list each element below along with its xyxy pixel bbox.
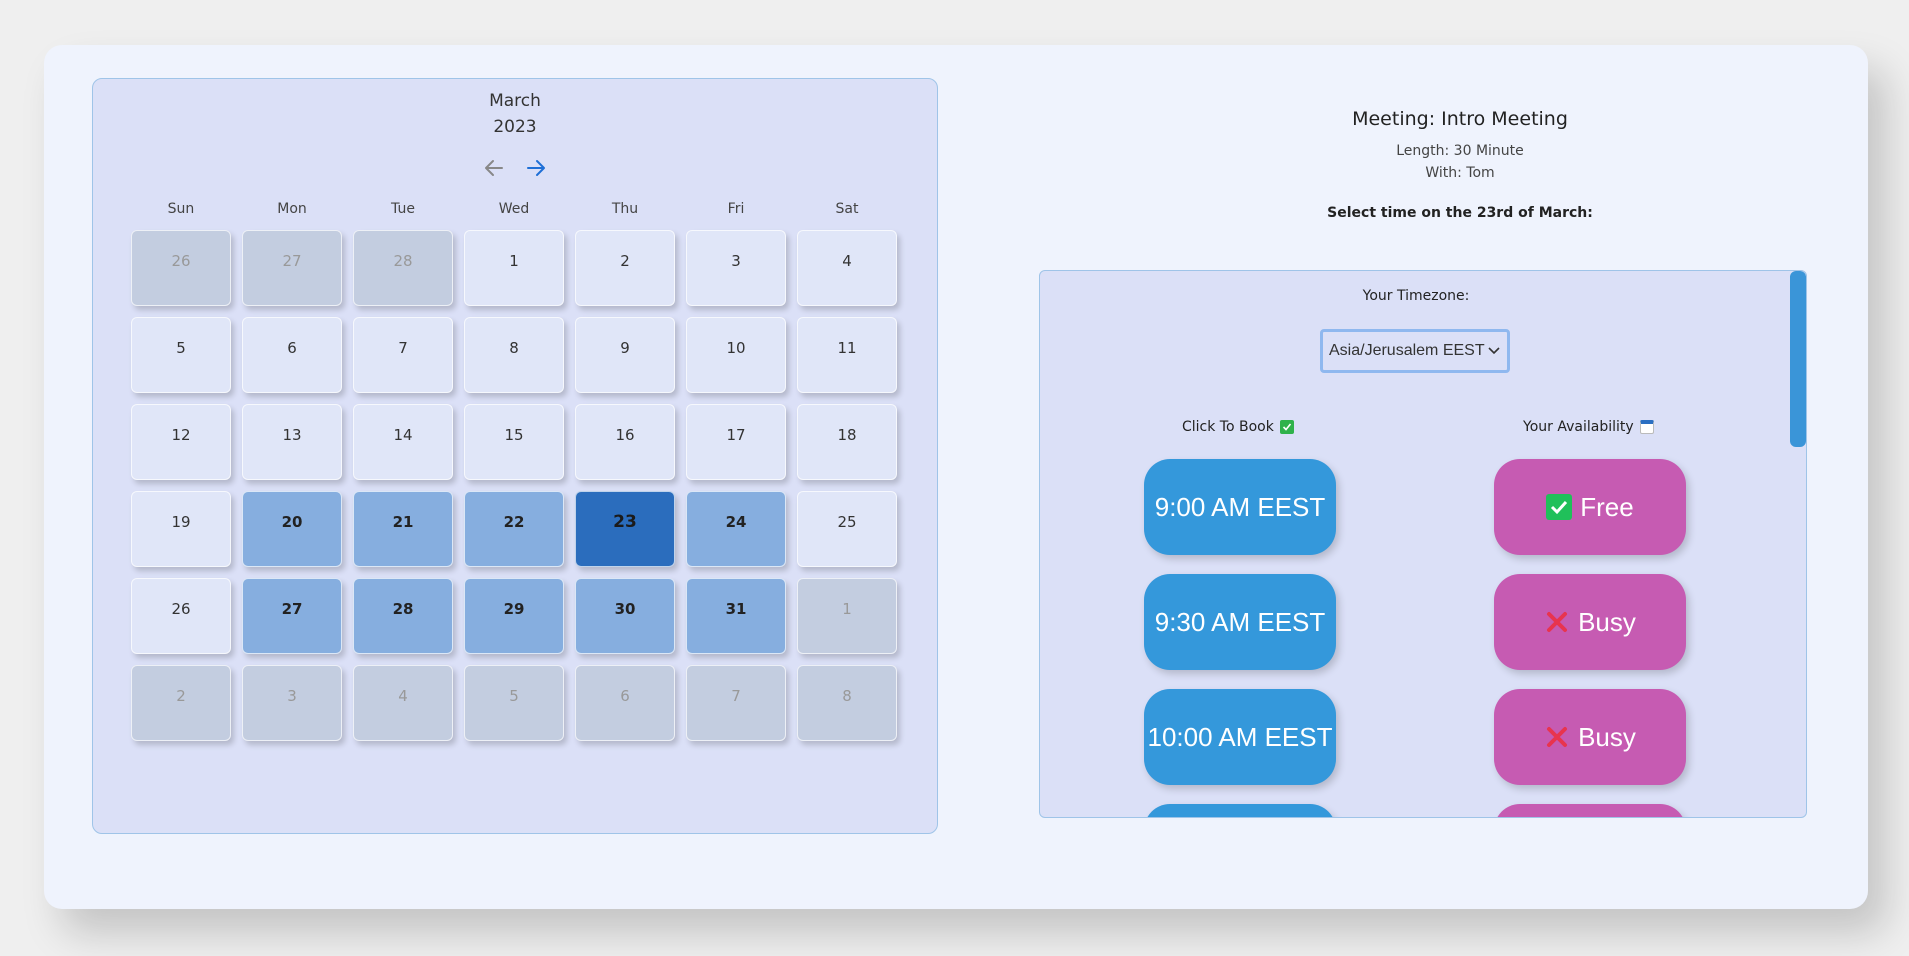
prev-month-button[interactable] bbox=[481, 155, 507, 181]
arrow-left-icon bbox=[485, 160, 503, 176]
arrow-right-icon bbox=[527, 160, 545, 176]
cross-icon bbox=[1544, 609, 1570, 635]
next-month-button[interactable] bbox=[523, 155, 549, 181]
calendar-day[interactable]: 8 bbox=[464, 317, 564, 393]
calendar-year: 2023 bbox=[493, 117, 537, 137]
calendar-day[interactable]: 20 bbox=[242, 491, 342, 567]
calendar-day[interactable]: 4 bbox=[353, 665, 453, 741]
calendar-day[interactable]: 6 bbox=[242, 317, 342, 393]
meeting-title: Meeting: Intro Meeting bbox=[1352, 108, 1568, 130]
calendar-grid: 26 27 28 1 2 3 4 5 6 7 8 9 10 11 12 13 14 15 16 17 18 19 20 21 2… bbox=[131, 230, 897, 741]
calendar-day[interactable]: 7 bbox=[686, 665, 786, 741]
calendar-day[interactable]: 16 bbox=[575, 404, 675, 480]
calendar-day[interactable]: 31 bbox=[686, 578, 786, 654]
availability-header: Your Availability bbox=[1523, 419, 1654, 435]
availability-status-label: Free bbox=[1580, 491, 1634, 522]
availability-status-label: Busy bbox=[1578, 721, 1636, 752]
calendar-day[interactable]: 28 bbox=[353, 578, 453, 654]
availability-status: Busy bbox=[1494, 574, 1686, 670]
time-slot-button[interactable]: 10:00 AM EEST bbox=[1144, 689, 1336, 785]
calendar-day[interactable]: 30 bbox=[575, 578, 675, 654]
weekday-label: Mon bbox=[277, 201, 307, 217]
scrollbar-thumb[interactable] bbox=[1790, 271, 1806, 447]
weekday-label: Sun bbox=[167, 201, 195, 217]
calendar-day[interactable]: 26 bbox=[131, 230, 231, 306]
calendar-day[interactable]: 5 bbox=[131, 317, 231, 393]
calendar-day[interactable]: 14 bbox=[353, 404, 453, 480]
calendar-day[interactable]: 1 bbox=[464, 230, 564, 306]
weekday-label: Fri bbox=[727, 201, 745, 217]
scheduler-card: March 2023 Sun Mon Tue Wed Thu Fri Sat 26 27 28 1… bbox=[44, 45, 1868, 909]
calendar-day[interactable]: 24 bbox=[686, 491, 786, 567]
weekday-label: Sat bbox=[835, 201, 859, 217]
availability-status bbox=[1494, 804, 1686, 817]
calendar-day[interactable]: 26 bbox=[131, 578, 231, 654]
select-time-prompt: Select time on the 23rd of March: bbox=[1327, 205, 1593, 221]
weekday-label: Wed bbox=[498, 201, 530, 217]
weekday-label: Thu bbox=[611, 201, 639, 217]
time-slot-button[interactable]: 9:00 AM EEST bbox=[1144, 459, 1336, 555]
calendar-day[interactable]: 3 bbox=[686, 230, 786, 306]
time-slot-panel: Your Timezone: Asia/Jerusalem EEST Click… bbox=[1039, 270, 1807, 818]
availability-status: Busy bbox=[1494, 689, 1686, 785]
calendar-day[interactable]: 11 bbox=[797, 317, 897, 393]
click-to-book-label: Click To Book bbox=[1182, 419, 1274, 435]
calendar-day[interactable]: 18 bbox=[797, 404, 897, 480]
calendar-day[interactable]: 25 bbox=[797, 491, 897, 567]
calendar-day[interactable]: 22 bbox=[464, 491, 564, 567]
calendar: March 2023 Sun Mon Tue Wed Thu Fri Sat 26 27 28 1… bbox=[92, 78, 938, 834]
availability-status-label: Busy bbox=[1578, 606, 1636, 637]
meeting-length: Length: 30 Minute bbox=[1396, 143, 1524, 159]
calendar-icon bbox=[1639, 420, 1654, 434]
calendar-day[interactable]: 3 bbox=[242, 665, 342, 741]
calendar-day[interactable]: 5 bbox=[464, 665, 564, 741]
click-to-book-header: Click To Book bbox=[1182, 419, 1294, 435]
timezone-select[interactable]: Asia/Jerusalem EEST bbox=[1320, 329, 1510, 373]
calendar-day[interactable]: 29 bbox=[464, 578, 564, 654]
calendar-day[interactable]: 1 bbox=[797, 578, 897, 654]
calendar-day[interactable]: 6 bbox=[575, 665, 675, 741]
time-slot-button[interactable]: 9:30 AM EEST bbox=[1144, 574, 1336, 670]
calendar-day[interactable]: 28 bbox=[353, 230, 453, 306]
calendar-day[interactable]: 17 bbox=[686, 404, 786, 480]
check-icon bbox=[1546, 494, 1573, 520]
calendar-day[interactable]: 2 bbox=[575, 230, 675, 306]
calendar-nav bbox=[93, 155, 937, 181]
calendar-day[interactable]: 12 bbox=[131, 404, 231, 480]
calendar-day[interactable]: 8 bbox=[797, 665, 897, 741]
chevron-down-icon bbox=[1488, 347, 1500, 355]
weekday-label: Tue bbox=[391, 201, 415, 217]
calendar-day[interactable]: 7 bbox=[353, 317, 453, 393]
check-box-icon bbox=[1279, 420, 1294, 434]
calendar-day[interactable]: 13 bbox=[242, 404, 342, 480]
calendar-day[interactable]: 2 bbox=[131, 665, 231, 741]
calendar-day[interactable]: 9 bbox=[575, 317, 675, 393]
selected-day[interactable]: 23 bbox=[575, 491, 675, 567]
calendar-day[interactable]: 27 bbox=[242, 230, 342, 306]
calendar-month: March bbox=[489, 91, 541, 111]
availability-label: Your Availability bbox=[1523, 419, 1634, 435]
timezone-label: Your Timezone: bbox=[1362, 288, 1470, 304]
calendar-day[interactable]: 19 bbox=[131, 491, 231, 567]
time-slot-button[interactable] bbox=[1144, 804, 1336, 817]
calendar-day[interactable]: 21 bbox=[353, 491, 453, 567]
weekday-header: Sun Mon Tue Wed Thu Fri Sat bbox=[131, 201, 897, 217]
meeting-host: With: Tom bbox=[1425, 165, 1495, 181]
timezone-value: Asia/Jerusalem EEST bbox=[1329, 342, 1485, 359]
cross-icon bbox=[1544, 724, 1570, 750]
calendar-day[interactable]: 4 bbox=[797, 230, 897, 306]
calendar-day[interactable]: 15 bbox=[464, 404, 564, 480]
calendar-day[interactable]: 27 bbox=[242, 578, 342, 654]
calendar-day[interactable]: 10 bbox=[686, 317, 786, 393]
availability-status: Free bbox=[1494, 459, 1686, 555]
